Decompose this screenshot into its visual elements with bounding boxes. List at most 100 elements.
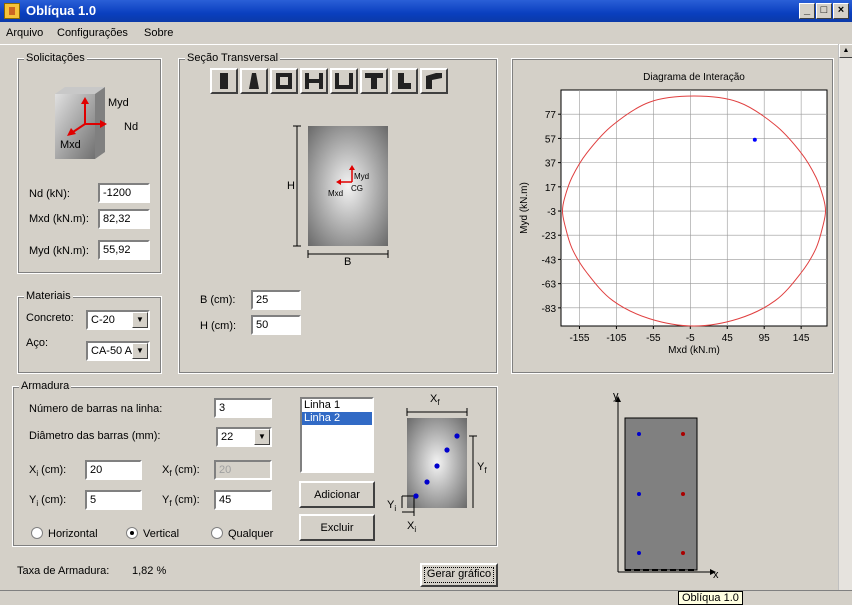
xi-input[interactable]: 20	[85, 460, 142, 480]
nd-input[interactable]: -1200	[98, 183, 150, 203]
num-barras-label: Número de barras na linha:	[29, 403, 163, 415]
x-tick-label: -55	[646, 333, 661, 344]
diametro-label: Diâmetro das barras (mm):	[29, 430, 161, 442]
radio-vertical-dot[interactable]	[126, 527, 138, 539]
myd-label: Myd (kN.m):	[29, 245, 89, 257]
preview-x-axis-label: x	[713, 569, 719, 581]
menu-bar: Arquivo Configurações Sobre	[0, 22, 852, 44]
section-mxd-label: Mxd	[328, 189, 344, 198]
u-shape-icon[interactable]	[330, 68, 358, 94]
list-item[interactable]: Linha 2	[302, 412, 372, 425]
plot-area	[560, 89, 828, 327]
yi-label: Yi (cm):	[29, 494, 67, 509]
title-bar: Oblíqua 1.0 _ □ ×	[0, 0, 852, 22]
chevron-down-icon[interactable]: ▼	[132, 343, 148, 359]
xf-label: Xf (cm):	[162, 464, 200, 479]
xf-input[interactable]: 20	[214, 460, 272, 480]
chart-grid	[558, 89, 828, 329]
diagram-xi-label: Xi	[407, 520, 417, 535]
angled-shape-icon[interactable]	[420, 68, 448, 94]
aco-label: Aço:	[26, 337, 49, 349]
b-input[interactable]: 25	[251, 290, 301, 310]
myd-input[interactable]: 55,92	[98, 240, 150, 260]
aco-value: CA-50 A	[91, 345, 132, 357]
menu-configuracoes[interactable]: Configurações	[57, 27, 128, 39]
scroll-up-icon[interactable]: ▲	[839, 44, 852, 58]
interaction-diagram-chart: -155 -105 -55 -5 45 95 145 77 57 37 17 -3 -23 -43 -63 -…	[519, 72, 828, 356]
y-tick-label: -83	[542, 304, 557, 315]
yf-input[interactable]: 45	[214, 490, 272, 510]
h-input[interactable]: 50	[251, 315, 301, 335]
maximize-button[interactable]: □	[816, 3, 832, 19]
menu-arquivo[interactable]: Arquivo	[6, 27, 43, 39]
b-label: B (cm):	[200, 294, 236, 306]
materiais-title: Materiais	[24, 290, 73, 302]
radio-qualquer[interactable]: Qualquer	[211, 527, 273, 540]
solicitacoes-title: Solicitações	[24, 52, 87, 64]
h-shape-icon[interactable]	[300, 68, 328, 94]
mxd-input[interactable]: 82,32	[98, 209, 150, 229]
taxa-label: Taxa de Armadura:	[17, 565, 110, 577]
radio-horizontal-dot[interactable]	[31, 527, 43, 539]
yi-input[interactable]: 5	[85, 490, 142, 510]
diagram-yf-label: Yf	[477, 461, 487, 476]
l-shape-icon[interactable]	[390, 68, 418, 94]
t-shape-icon[interactable]	[360, 68, 388, 94]
aco-select[interactable]: CA-50 A ▼	[86, 341, 150, 361]
y-axis-label: Myd (kN.m)	[519, 182, 530, 234]
y-tick-label: 17	[545, 183, 557, 194]
section-preview-diagram	[615, 396, 716, 575]
y-tick-label: 77	[545, 110, 557, 121]
y-tick-label: 57	[545, 134, 557, 145]
taxa-value: 1,82 %	[132, 565, 167, 577]
diametro-select[interactable]: 22 ▼	[216, 427, 272, 447]
app-icon	[4, 3, 20, 19]
chevron-down-icon[interactable]: ▼	[132, 312, 148, 328]
y-tick-label: -23	[542, 231, 557, 242]
add-line-button[interactable]: Adicionar	[299, 481, 375, 508]
materiais-group: Materiais	[17, 290, 162, 374]
num-barras-input[interactable]: 3	[214, 398, 272, 418]
nd-label: Nd (kN):	[29, 188, 70, 200]
load-point	[752, 137, 757, 142]
x-tick-label: 45	[722, 333, 734, 344]
chevron-down-icon[interactable]: ▼	[254, 429, 270, 445]
close-button[interactable]: ×	[833, 3, 849, 19]
concreto-select[interactable]: C-20 ▼	[86, 310, 150, 330]
xi-label: Xi (cm):	[29, 464, 67, 479]
lines-listbox[interactable]: Linha 1 Linha 2	[300, 397, 374, 473]
y-tick-label: -3	[547, 207, 556, 218]
rect-shape-icon[interactable]	[210, 68, 238, 94]
x-tick-label: -155	[569, 333, 589, 344]
section-cg-label: CG	[351, 184, 363, 193]
diagram-yi-label: Yi	[387, 499, 397, 514]
section-b-label: B	[344, 256, 352, 268]
minimize-button[interactable]: _	[799, 3, 815, 19]
radio-horizontal[interactable]: Horizontal	[31, 527, 98, 540]
diagram-xf-label: Xf	[430, 393, 440, 408]
gerar-grafico-button[interactable]: Gerar gráfico	[420, 563, 498, 587]
radio-qualquer-dot[interactable]	[211, 527, 223, 539]
list-item[interactable]: Linha 1	[302, 399, 372, 412]
delete-line-button[interactable]: Excluir	[299, 514, 375, 541]
secao-title: Seção Transversal	[185, 52, 281, 64]
vertical-scrollbar[interactable]: ▲ ▼	[838, 44, 852, 605]
preview-y-axis-label: y	[613, 390, 619, 402]
radio-vertical[interactable]: Vertical	[126, 527, 179, 540]
hollow-box-shape-icon[interactable]	[270, 68, 298, 94]
icon-label-mxd: Mxd	[60, 139, 81, 151]
concreto-label: Concreto:	[26, 312, 74, 324]
section-myd-label: Myd	[354, 172, 370, 181]
chart-title: Diagrama de Interação	[643, 72, 745, 83]
h-label: H (cm):	[200, 320, 237, 332]
icon-label-nd: Nd	[124, 121, 139, 133]
yf-label: Yf (cm):	[162, 494, 200, 509]
concreto-value: C-20	[91, 314, 115, 326]
x-tick-label: -5	[686, 333, 695, 344]
menu-sobre[interactable]: Sobre	[144, 27, 173, 39]
trapezoid-shape-icon[interactable]	[240, 68, 268, 94]
x-tick-label: 95	[759, 333, 771, 344]
tooltip: Oblíqua 1.0	[678, 591, 743, 605]
icon-label-myd: Myd	[108, 97, 129, 109]
x-tick-label: -105	[606, 333, 626, 344]
